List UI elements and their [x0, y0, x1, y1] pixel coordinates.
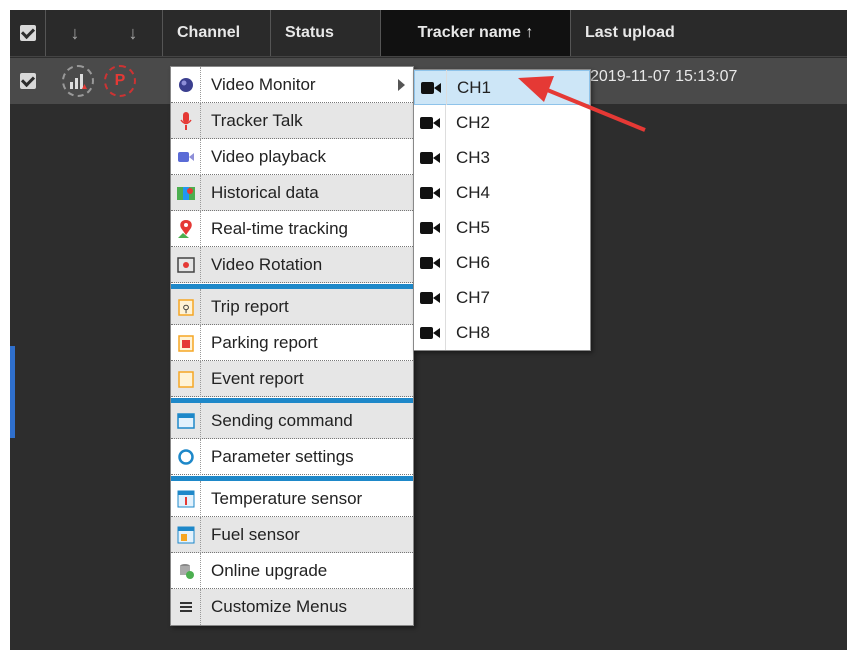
- submenu-item-ch3[interactable]: CH3: [414, 140, 590, 175]
- side-panel-toggle[interactable]: [10, 346, 15, 438]
- camera-icon: [414, 245, 446, 280]
- select-all-checkbox[interactable]: [10, 10, 46, 56]
- camera-icon: [414, 280, 446, 315]
- column-header-channel[interactable]: Channel: [163, 10, 271, 56]
- menu-item-parking-report[interactable]: Parking report: [171, 324, 413, 361]
- video-rotation-icon: [171, 246, 201, 283]
- menu-item-online-upgrade[interactable]: Online upgrade: [171, 552, 413, 589]
- sort-arrows[interactable]: ↓ ↓: [46, 10, 163, 56]
- context-menu: Video Monitor Tracker Talk Video playbac…: [170, 66, 414, 626]
- checkbox-icon: [19, 25, 36, 41]
- camera-icon: [414, 315, 446, 350]
- submenu-item-ch7[interactable]: CH7: [414, 280, 590, 315]
- microphone-icon: [171, 102, 201, 139]
- table-header: ↓ ↓ Channel Status Tracker name ↑ Last u…: [10, 10, 847, 57]
- camera-icon: [414, 175, 446, 210]
- parking-status-icon: P: [104, 65, 136, 97]
- submenu-item-ch8[interactable]: CH8: [414, 315, 590, 350]
- parking-report-icon: [171, 324, 201, 361]
- menu-item-customize-menus[interactable]: Customize Menus: [171, 589, 413, 625]
- event-report-icon: [171, 360, 201, 397]
- thermometer-icon: [171, 480, 201, 517]
- menu-item-tracker-talk[interactable]: Tracker Talk: [171, 102, 413, 139]
- arrow-down-icon[interactable]: ↓: [71, 23, 80, 44]
- camera-icon: [414, 140, 446, 175]
- menu-item-fuel-sensor[interactable]: Fuel sensor: [171, 516, 413, 553]
- arrow-down-icon[interactable]: ↓: [129, 23, 138, 44]
- globe-icon: [171, 66, 201, 103]
- location-pin-icon: [171, 210, 201, 247]
- settings-ring-icon: [171, 438, 201, 475]
- column-header-status[interactable]: Status: [271, 10, 381, 56]
- sort-up-icon: ↑: [525, 24, 534, 41]
- submenu-item-ch6[interactable]: CH6: [414, 245, 590, 280]
- menu-item-temperature-sensor[interactable]: Temperature sensor: [171, 480, 413, 517]
- column-header-tracker-name[interactable]: Tracker name ↑: [381, 10, 571, 56]
- map-icon: [171, 174, 201, 211]
- list-icon: [171, 589, 201, 625]
- signal-warning-icon: [62, 65, 94, 97]
- menu-item-video-rotation[interactable]: Video Rotation: [171, 246, 413, 283]
- svg-text:⚲: ⚲: [182, 304, 189, 315]
- command-icon: [171, 402, 201, 439]
- video-camera-icon: [171, 138, 201, 175]
- camera-icon: [415, 70, 447, 105]
- upgrade-icon: [171, 552, 201, 589]
- camera-icon: [414, 210, 446, 245]
- menu-item-parameter-settings[interactable]: Parameter settings: [171, 438, 413, 475]
- submenu-item-ch4[interactable]: CH4: [414, 175, 590, 210]
- annotation-arrow-icon: [518, 76, 646, 132]
- menu-item-video-monitor[interactable]: Video Monitor: [171, 66, 413, 103]
- trip-report-icon: ⚲: [171, 288, 201, 325]
- menu-item-trip-report[interactable]: ⚲ Trip report: [171, 288, 413, 325]
- row-checkbox[interactable]: [20, 73, 36, 94]
- menu-item-historical-data[interactable]: Historical data: [171, 174, 413, 211]
- checkbox-icon: [20, 73, 36, 89]
- fuel-icon: [171, 516, 201, 553]
- menu-item-sending-command[interactable]: Sending command: [171, 402, 413, 439]
- menu-item-real-time-tracking[interactable]: Real-time tracking: [171, 210, 413, 247]
- camera-icon: [414, 105, 446, 140]
- submenu-caret-icon: [398, 79, 405, 91]
- column-header-last-upload[interactable]: Last upload: [571, 10, 847, 56]
- menu-item-video-playback[interactable]: Video playback: [171, 138, 413, 175]
- submenu-item-ch5[interactable]: CH5: [414, 210, 590, 245]
- menu-item-event-report[interactable]: Event report: [171, 360, 413, 397]
